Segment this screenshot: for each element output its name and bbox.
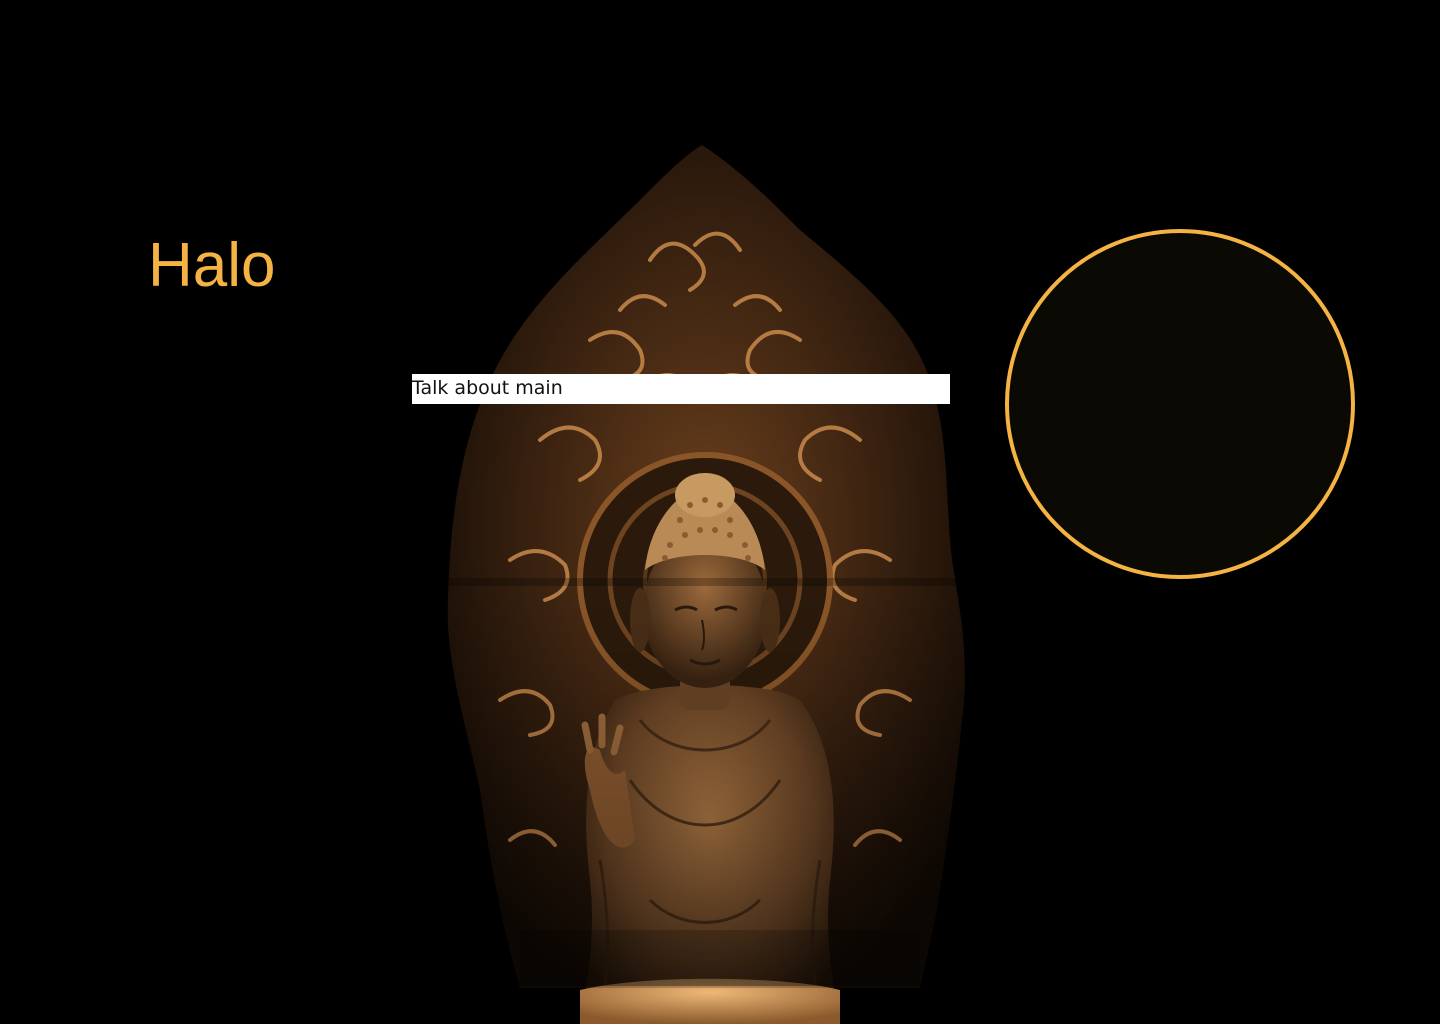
halo-circle: [1005, 229, 1355, 579]
canvas: Halo Talk about main: [0, 0, 1440, 1024]
buddha-statue-icon: [440, 140, 970, 1024]
page-title: Halo: [148, 231, 276, 300]
caption-text: Talk about main: [412, 374, 950, 404]
